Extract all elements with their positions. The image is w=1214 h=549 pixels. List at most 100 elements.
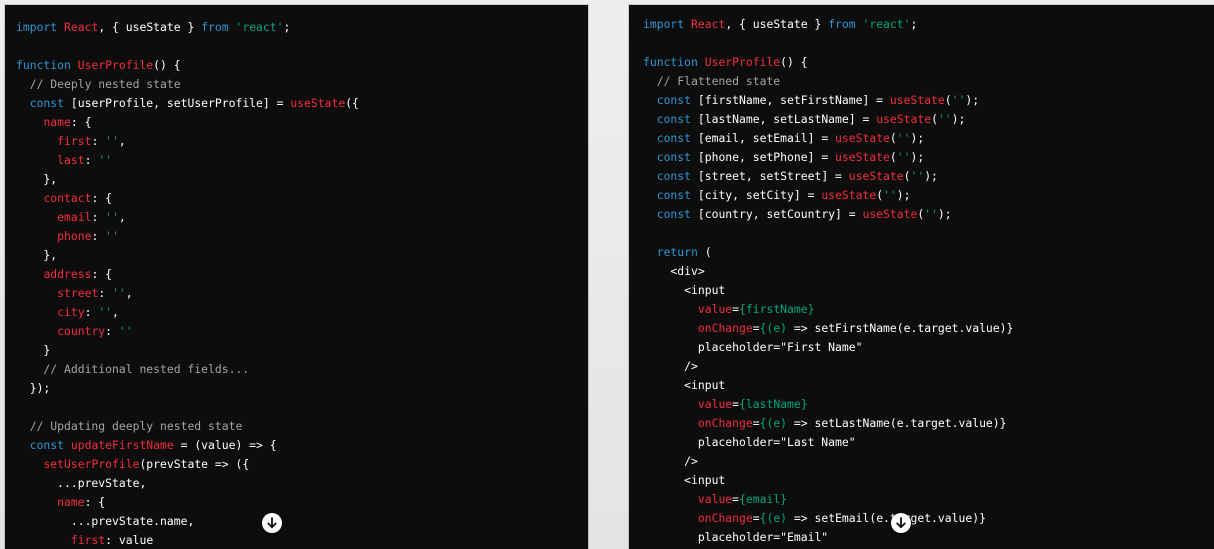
- code-token: placeholder="Last Name": [643, 435, 856, 449]
- code-line: },: [16, 246, 588, 265]
- scroll-to-bottom-button-left[interactable]: [262, 513, 282, 533]
- code-token: ...prevState.name,: [16, 514, 195, 528]
- code-token: React: [64, 20, 99, 34]
- code-line: // Flattened state: [643, 72, 1214, 91]
- code-token: [firstName, setFirstName] =: [691, 93, 890, 107]
- code-token: );: [910, 150, 925, 164]
- code-line: ...prevState.name,: [16, 512, 588, 531]
- code-token: );: [896, 188, 911, 202]
- code-line: city: '',: [16, 303, 588, 322]
- code-token: // Deeply nested state: [16, 77, 181, 91]
- code-token: <input: [643, 473, 726, 487]
- code-token: useState: [876, 112, 932, 126]
- code-token: '': [98, 153, 113, 167]
- code-line: const [city, setCity] = useState('');: [643, 186, 1214, 205]
- code-token: phone: [57, 229, 92, 243]
- code-line: <input: [643, 376, 1214, 395]
- code-token: first: [70, 533, 106, 547]
- code-token: const: [29, 438, 65, 452]
- code-token: from: [828, 17, 856, 31]
- code-token: :: [98, 286, 113, 300]
- code-token: =: [752, 321, 760, 335]
- code-token: :: [84, 305, 99, 319]
- code-token: />: [643, 454, 698, 468]
- code-token: );: [965, 93, 980, 107]
- code-line: // Deeply nested state: [16, 75, 588, 94]
- code-token: useState: [821, 188, 877, 202]
- code-token: (prevState => ({: [139, 457, 250, 471]
- code-line: name: {: [16, 113, 588, 132]
- code-token: :: [84, 153, 99, 167]
- code-line: value={firstName}: [643, 300, 1214, 319]
- code-line: function UserProfile() {: [643, 53, 1214, 72]
- code-line: },: [16, 170, 588, 189]
- code-token: value: [697, 397, 733, 411]
- code-token: [lastName, setLastName] =: [691, 112, 877, 126]
- code-token: React: [691, 17, 726, 31]
- code-token: :: [91, 210, 106, 224]
- code-line: const [lastName, setLastName] = useState…: [643, 110, 1214, 129]
- code-token: =: [752, 511, 760, 525]
- code-token: );: [937, 207, 952, 221]
- code-token: '': [896, 131, 911, 145]
- code-line: placeholder="Email": [643, 528, 1214, 547]
- code-token: {firstName}: [739, 302, 815, 316]
- code-token: email: [57, 210, 92, 224]
- code-token: 'react': [862, 17, 911, 31]
- code-token: () {: [153, 58, 181, 72]
- code-line: value={lastName}: [643, 395, 1214, 414]
- code-line: country: '': [16, 322, 588, 341]
- code-token: useState: [290, 96, 346, 110]
- scroll-to-bottom-button-right[interactable]: [891, 513, 911, 533]
- code-token: // Additional nested fields...: [16, 362, 250, 376]
- code-token: '': [910, 169, 925, 183]
- code-line: first: value: [16, 531, 588, 549]
- code-token: function: [16, 58, 78, 72]
- code-token: from: [201, 20, 229, 34]
- code-token: [userProfile, setUserProfile] =: [64, 96, 291, 110]
- code-token: {email}: [739, 492, 788, 506]
- code-block-flattened-state: import React, { useState } from 'react';…: [629, 5, 1214, 549]
- code-token: useState: [889, 93, 945, 107]
- code-line: // Updating deeply nested state: [16, 417, 588, 436]
- code-token: // Updating deeply nested state: [16, 419, 243, 433]
- code-line: ...prevState,: [16, 474, 588, 493]
- code-token: const: [656, 207, 692, 221]
- code-token: return: [656, 245, 698, 259]
- code-line: const [phone, setPhone] = useState('');: [643, 148, 1214, 167]
- code-token: : value: [105, 533, 154, 547]
- code-token: name: [57, 495, 85, 509]
- code-token: '': [937, 112, 952, 126]
- code-token: address: [43, 267, 92, 281]
- code-token: ,: [118, 210, 126, 224]
- code-line: });: [16, 379, 588, 398]
- code-token: setUserProfile: [43, 457, 140, 471]
- code-line: function UserProfile() {: [16, 56, 588, 75]
- code-token: , { useState }: [725, 17, 829, 31]
- code-token: =: [732, 492, 740, 506]
- code-token: {lastName}: [739, 397, 808, 411]
- code-token: />: [643, 359, 698, 373]
- code-token: (: [889, 131, 897, 145]
- code-line: street: '',: [16, 284, 588, 303]
- code-token: : {: [91, 267, 113, 281]
- code-token: ,: [118, 134, 126, 148]
